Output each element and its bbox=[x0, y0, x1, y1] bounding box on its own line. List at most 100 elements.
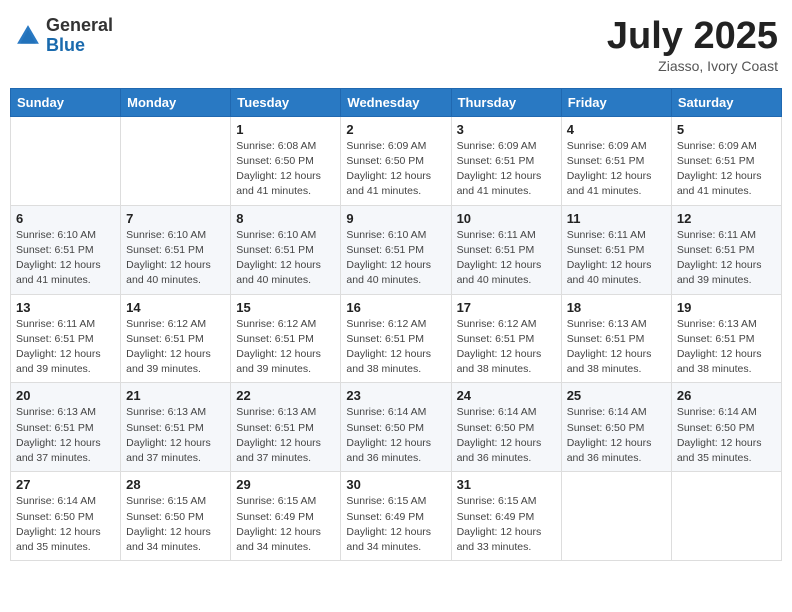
day-info: Sunrise: 6:15 AMSunset: 6:49 PMDaylight:… bbox=[457, 494, 556, 555]
calendar-cell: 13 Sunrise: 6:11 AMSunset: 6:51 PMDayligh… bbox=[11, 294, 121, 383]
calendar-cell bbox=[11, 116, 121, 205]
calendar-cell: 2Sunrise: 6:09 AMSunset: 6:50 PMDaylight… bbox=[341, 116, 451, 205]
calendar-cell: 21 Sunrise: 6:13 AMSunset: 6:51 PMDayligh… bbox=[121, 383, 231, 472]
logo-blue-text: Blue bbox=[46, 36, 113, 56]
day-info: Sunrise: 6:11 AMSunset: 6:51 PMDaylight:… bbox=[567, 228, 666, 289]
column-header-friday: Friday bbox=[561, 88, 671, 116]
day-number: 27 bbox=[16, 477, 115, 492]
calendar-cell: 4 Sunrise: 6:09 AMSunset: 6:51 PMDaylight… bbox=[561, 116, 671, 205]
calendar-cell: 7 Sunrise: 6:10 AMSunset: 6:51 PMDaylight… bbox=[121, 205, 231, 294]
calendar-cell: 11 Sunrise: 6:11 AMSunset: 6:51 PMDayligh… bbox=[561, 205, 671, 294]
day-number: 24 bbox=[457, 388, 556, 403]
page-header: General Blue July 2025 Ziasso, Ivory Coa… bbox=[10, 10, 782, 80]
day-number: 6 bbox=[16, 211, 115, 226]
calendar-cell: 29Sunrise: 6:15 AMSunset: 6:49 PMDayligh… bbox=[231, 472, 341, 561]
day-info: Sunrise: 6:10 AMSunset: 6:51 PMDaylight:… bbox=[16, 228, 115, 289]
day-info: Sunrise: 6:09 AMSunset: 6:51 PMDaylight:… bbox=[677, 139, 776, 200]
day-number: 17 bbox=[457, 300, 556, 315]
day-number: 21 bbox=[126, 388, 225, 403]
day-number: 13 bbox=[16, 300, 115, 315]
day-info: Sunrise: 6:14 AMSunset: 6:50 PMDaylight:… bbox=[457, 405, 556, 466]
calendar-cell: 31 Sunrise: 6:15 AMSunset: 6:49 PMDayligh… bbox=[451, 472, 561, 561]
day-number: 3 bbox=[457, 122, 556, 137]
calendar-cell: 19 Sunrise: 6:13 AMSunset: 6:51 PMDayligh… bbox=[671, 294, 781, 383]
day-number: 18 bbox=[567, 300, 666, 315]
day-info: Sunrise: 6:10 AMSunset: 6:51 PMDaylight:… bbox=[126, 228, 225, 289]
day-number: 11 bbox=[567, 211, 666, 226]
column-header-monday: Monday bbox=[121, 88, 231, 116]
title-area: July 2025 Ziasso, Ivory Coast bbox=[607, 16, 778, 74]
calendar-cell: 22 Sunrise: 6:13 AMSunset: 6:51 PMDayligh… bbox=[231, 383, 341, 472]
day-info: Sunrise: 6:11 AMSunset: 6:51 PMDaylight:… bbox=[677, 228, 776, 289]
day-info: Sunrise: 6:10 AMSunset: 6:51 PMDaylight:… bbox=[236, 228, 335, 289]
day-info: Sunrise: 6:13 AMSunset: 6:51 PMDaylight:… bbox=[567, 317, 666, 378]
day-info: Sunrise: 6:13 AMSunset: 6:51 PMDaylight:… bbox=[16, 405, 115, 466]
day-info: Sunrise: 6:12 AMSunset: 6:51 PMDaylight:… bbox=[346, 317, 445, 378]
day-info: Sunrise: 6:09 AMSunset: 6:51 PMDaylight:… bbox=[457, 139, 556, 200]
calendar-cell: 1 Sunrise: 6:08 AMSunset: 6:50 PMDaylight… bbox=[231, 116, 341, 205]
day-number: 4 bbox=[567, 122, 666, 137]
calendar-cell: 16 Sunrise: 6:12 AMSunset: 6:51 PMDayligh… bbox=[341, 294, 451, 383]
calendar-week-row: 20 Sunrise: 6:13 AMSunset: 6:51 PMDayligh… bbox=[11, 383, 782, 472]
day-number: 2 bbox=[346, 122, 445, 137]
day-info: Sunrise: 6:14 AMSunset: 6:50 PMDaylight:… bbox=[346, 405, 445, 466]
day-number: 1 bbox=[236, 122, 335, 137]
calendar-cell: 30Sunrise: 6:15 AMSunset: 6:49 PMDayligh… bbox=[341, 472, 451, 561]
day-info: Sunrise: 6:15 AMSunset: 6:50 PMDaylight:… bbox=[126, 494, 225, 555]
day-number: 19 bbox=[677, 300, 776, 315]
day-info: Sunrise: 6:09 AMSunset: 6:51 PMDaylight:… bbox=[567, 139, 666, 200]
day-number: 15 bbox=[236, 300, 335, 315]
calendar-cell: 6 Sunrise: 6:10 AMSunset: 6:51 PMDaylight… bbox=[11, 205, 121, 294]
calendar-cell: 10 Sunrise: 6:11 AMSunset: 6:51 PMDayligh… bbox=[451, 205, 561, 294]
calendar-cell: 3 Sunrise: 6:09 AMSunset: 6:51 PMDaylight… bbox=[451, 116, 561, 205]
column-header-thursday: Thursday bbox=[451, 88, 561, 116]
day-number: 20 bbox=[16, 388, 115, 403]
calendar-cell: 18 Sunrise: 6:13 AMSunset: 6:51 PMDayligh… bbox=[561, 294, 671, 383]
column-header-sunday: Sunday bbox=[11, 88, 121, 116]
day-number: 5 bbox=[677, 122, 776, 137]
day-number: 22 bbox=[236, 388, 335, 403]
day-info: Sunrise: 6:11 AMSunset: 6:51 PMDaylight:… bbox=[16, 317, 115, 378]
day-info: Sunrise: 6:11 AMSunset: 6:51 PMDaylight:… bbox=[457, 228, 556, 289]
day-info: Sunrise: 6:08 AMSunset: 6:50 PMDaylight:… bbox=[236, 139, 335, 200]
day-info: Sunrise: 6:14 AMSunset: 6:50 PMDaylight:… bbox=[16, 494, 115, 555]
day-number: 7 bbox=[126, 211, 225, 226]
day-number: 8 bbox=[236, 211, 335, 226]
calendar-cell: 15 Sunrise: 6:12 AMSunset: 6:51 PMDayligh… bbox=[231, 294, 341, 383]
day-info: Sunrise: 6:14 AMSunset: 6:50 PMDaylight:… bbox=[677, 405, 776, 466]
day-info: Sunrise: 6:10 AMSunset: 6:51 PMDaylight:… bbox=[346, 228, 445, 289]
day-info: Sunrise: 6:13 AMSunset: 6:51 PMDaylight:… bbox=[126, 405, 225, 466]
day-number: 28 bbox=[126, 477, 225, 492]
calendar-cell bbox=[121, 116, 231, 205]
calendar-cell: 24 Sunrise: 6:14 AMSunset: 6:50 PMDayligh… bbox=[451, 383, 561, 472]
day-info: Sunrise: 6:14 AMSunset: 6:50 PMDaylight:… bbox=[567, 405, 666, 466]
day-number: 16 bbox=[346, 300, 445, 315]
calendar-cell: 17 Sunrise: 6:12 AMSunset: 6:51 PMDayligh… bbox=[451, 294, 561, 383]
calendar-week-row: 1 Sunrise: 6:08 AMSunset: 6:50 PMDaylight… bbox=[11, 116, 782, 205]
calendar-cell: 23Sunrise: 6:14 AMSunset: 6:50 PMDayligh… bbox=[341, 383, 451, 472]
calendar-cell: 9 Sunrise: 6:10 AMSunset: 6:51 PMDaylight… bbox=[341, 205, 451, 294]
calendar-cell: 5 Sunrise: 6:09 AMSunset: 6:51 PMDaylight… bbox=[671, 116, 781, 205]
day-info: Sunrise: 6:12 AMSunset: 6:51 PMDaylight:… bbox=[457, 317, 556, 378]
day-number: 10 bbox=[457, 211, 556, 226]
logo-icon bbox=[14, 22, 42, 50]
day-info: Sunrise: 6:12 AMSunset: 6:51 PMDaylight:… bbox=[126, 317, 225, 378]
day-number: 9 bbox=[346, 211, 445, 226]
day-info: Sunrise: 6:12 AMSunset: 6:51 PMDaylight:… bbox=[236, 317, 335, 378]
day-number: 26 bbox=[677, 388, 776, 403]
logo-general-text: General bbox=[46, 16, 113, 36]
day-number: 14 bbox=[126, 300, 225, 315]
day-number: 31 bbox=[457, 477, 556, 492]
day-number: 12 bbox=[677, 211, 776, 226]
calendar-cell: 26 Sunrise: 6:14 AMSunset: 6:50 PMDayligh… bbox=[671, 383, 781, 472]
logo: General Blue bbox=[14, 16, 113, 56]
calendar-cell: 25Sunrise: 6:14 AMSunset: 6:50 PMDayligh… bbox=[561, 383, 671, 472]
calendar-cell bbox=[561, 472, 671, 561]
location-subtitle: Ziasso, Ivory Coast bbox=[607, 58, 778, 74]
calendar-cell: 8 Sunrise: 6:10 AMSunset: 6:51 PMDaylight… bbox=[231, 205, 341, 294]
day-number: 30 bbox=[346, 477, 445, 492]
calendar-week-row: 6 Sunrise: 6:10 AMSunset: 6:51 PMDaylight… bbox=[11, 205, 782, 294]
day-info: Sunrise: 6:13 AMSunset: 6:51 PMDaylight:… bbox=[236, 405, 335, 466]
day-number: 29 bbox=[236, 477, 335, 492]
day-info: Sunrise: 6:13 AMSunset: 6:51 PMDaylight:… bbox=[677, 317, 776, 378]
